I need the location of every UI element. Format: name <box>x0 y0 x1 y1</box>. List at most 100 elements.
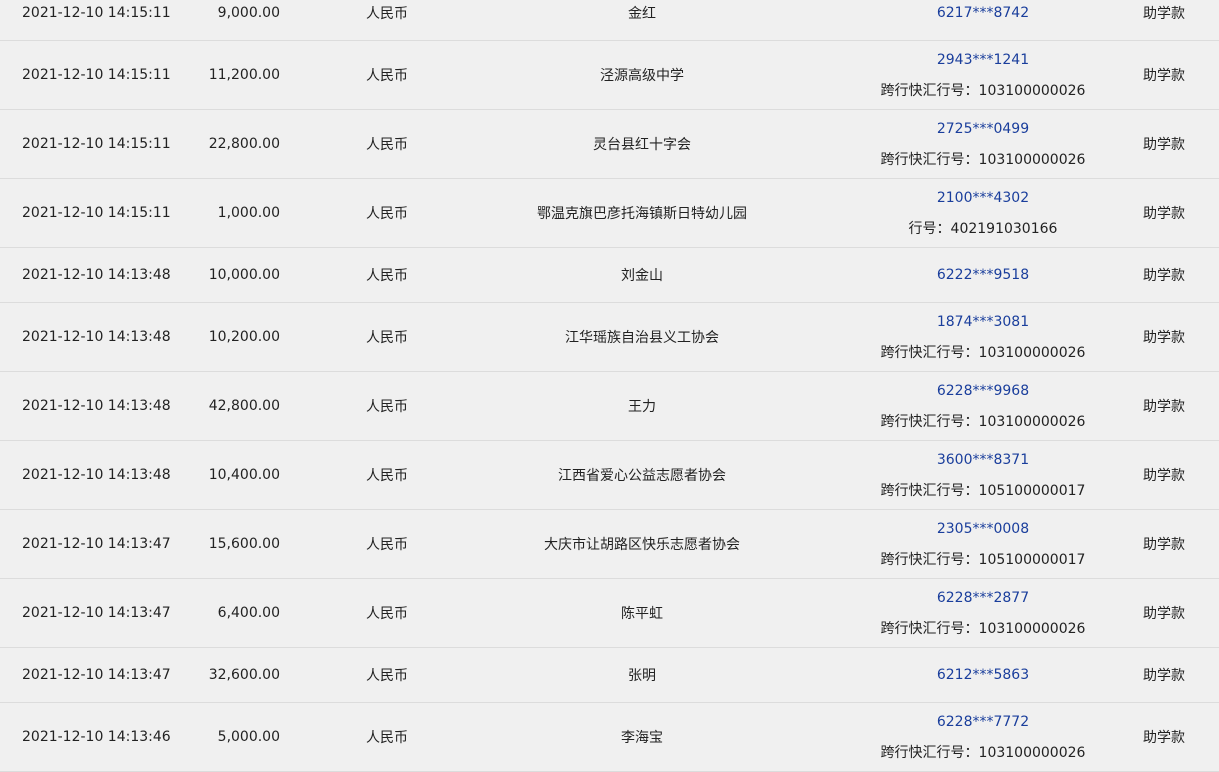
payee-cell: 张明 <box>628 668 656 684</box>
currency-cell: 人民币 <box>366 268 408 284</box>
account-number-link[interactable]: 6217***8742 <box>937 4 1029 22</box>
bank-code-label: 跨行快汇行号：105100000017 <box>880 551 1086 568</box>
account-number-link[interactable]: 2943***1241 <box>937 51 1029 69</box>
payee-cell: 李海宝 <box>621 730 663 746</box>
bank-code-label: 跨行快汇行号：103100000026 <box>880 151 1086 168</box>
payee-cell: 江西省爱心公益志愿者协会 <box>558 468 726 484</box>
bank-code-label: 跨行快汇行号：103100000026 <box>880 744 1086 761</box>
account-cell: 6228***9968 跨行快汇行号：103100000026 <box>833 372 1133 440</box>
payee-cell: 王力 <box>628 399 656 415</box>
datetime-cell: 2021-12-10 14:13:46 <box>22 729 171 745</box>
datetime-cell: 2021-12-10 14:13:48 <box>22 329 171 345</box>
currency-cell: 人民币 <box>366 330 408 346</box>
table-row: 2021-12-10 14:13:48 42,800.00 人民币 王力 622… <box>0 372 1219 441</box>
payee-cell: 灵台县红十字会 <box>593 137 691 153</box>
account-number-link[interactable]: 6222***9518 <box>937 266 1029 284</box>
datetime-cell: 2021-12-10 14:13:48 <box>22 398 171 414</box>
account-cell: 6212***5863 <box>833 648 1133 702</box>
amount-cell: 5,000.00 <box>217 729 280 745</box>
table-row: 2021-12-10 14:13:48 10,200.00 人民币 江华瑶族自治… <box>0 303 1219 372</box>
account-cell: 3600***8371 跨行快汇行号：105100000017 <box>833 441 1133 509</box>
account-cell: 6222***9518 <box>833 248 1133 302</box>
amount-cell: 10,400.00 <box>208 467 280 483</box>
purpose-cell: 助学款 <box>1143 68 1185 84</box>
account-cell: 2725***0499 跨行快汇行号：103100000026 <box>833 110 1133 178</box>
currency-cell: 人民币 <box>366 668 408 684</box>
account-number-link[interactable]: 6212***5863 <box>937 666 1029 684</box>
datetime-cell: 2021-12-10 14:15:11 <box>22 5 171 21</box>
purpose-cell: 助学款 <box>1143 468 1185 484</box>
account-cell: 2100***4302 行号：402191030166 <box>833 179 1133 247</box>
purpose-cell: 助学款 <box>1143 137 1185 153</box>
amount-cell: 32,600.00 <box>208 667 280 683</box>
currency-cell: 人民币 <box>366 137 408 153</box>
table-row: 2021-12-10 14:13:47 15,600.00 人民币 大庆市让胡路… <box>0 510 1219 579</box>
amount-cell: 11,200.00 <box>208 67 280 83</box>
table-row: 2021-12-10 14:15:11 22,800.00 人民币 灵台县红十字… <box>0 110 1219 179</box>
datetime-cell: 2021-12-10 14:13:47 <box>22 536 171 552</box>
account-cell: 1874***3081 跨行快汇行号：103100000026 <box>833 303 1133 371</box>
account-number-link[interactable]: 6228***7772 <box>937 713 1029 731</box>
purpose-cell: 助学款 <box>1143 206 1185 222</box>
payee-cell: 泾源高级中学 <box>600 68 684 84</box>
datetime-cell: 2021-12-10 14:13:48 <box>22 267 171 283</box>
account-number-link[interactable]: 2725***0499 <box>937 120 1029 138</box>
payee-cell: 刘金山 <box>621 268 663 284</box>
datetime-cell: 2021-12-10 14:13:47 <box>22 605 171 621</box>
datetime-cell: 2021-12-10 14:15:11 <box>22 136 171 152</box>
table-row: 2021-12-10 14:15:11 11,200.00 人民币 泾源高级中学… <box>0 41 1219 110</box>
amount-cell: 22,800.00 <box>208 136 280 152</box>
amount-cell: 10,000.00 <box>208 267 280 283</box>
account-cell: 2305***0008 跨行快汇行号：105100000017 <box>833 510 1133 578</box>
bank-code-label: 跨行快汇行号：103100000026 <box>880 413 1086 430</box>
amount-cell: 1,000.00 <box>217 205 280 221</box>
transactions-table: 2021-12-10 14:15:11 9,000.00 人民币 金红 6217… <box>0 0 1219 772</box>
purpose-cell: 助学款 <box>1143 6 1185 22</box>
bank-code-label: 跨行快汇行号：103100000026 <box>880 82 1086 99</box>
purpose-cell: 助学款 <box>1143 668 1185 684</box>
currency-cell: 人民币 <box>366 468 408 484</box>
bank-code-label: 行号：402191030166 <box>908 220 1058 237</box>
datetime-cell: 2021-12-10 14:13:48 <box>22 467 171 483</box>
datetime-cell: 2021-12-10 14:13:47 <box>22 667 171 683</box>
account-cell: 6228***7772 跨行快汇行号：103100000026 <box>833 703 1133 771</box>
table-row: 2021-12-10 14:13:46 5,000.00 人民币 李海宝 622… <box>0 703 1219 772</box>
purpose-cell: 助学款 <box>1143 606 1185 622</box>
account-number-link[interactable]: 2305***0008 <box>937 520 1029 538</box>
datetime-cell: 2021-12-10 14:15:11 <box>22 67 171 83</box>
currency-cell: 人民币 <box>366 6 408 22</box>
currency-cell: 人民币 <box>366 68 408 84</box>
table-row: 2021-12-10 14:13:48 10,400.00 人民币 江西省爱心公… <box>0 441 1219 510</box>
table-row: 2021-12-10 14:13:47 6,400.00 人民币 陈平虹 622… <box>0 579 1219 648</box>
account-number-link[interactable]: 1874***3081 <box>937 313 1029 331</box>
payee-cell: 金红 <box>628 6 656 22</box>
account-number-link[interactable]: 2100***4302 <box>937 189 1029 207</box>
account-number-link[interactable]: 6228***9968 <box>937 382 1029 400</box>
table-row: 2021-12-10 14:15:11 9,000.00 人民币 金红 6217… <box>0 0 1219 41</box>
purpose-cell: 助学款 <box>1143 730 1185 746</box>
amount-cell: 6,400.00 <box>217 605 280 621</box>
purpose-cell: 助学款 <box>1143 330 1185 346</box>
currency-cell: 人民币 <box>366 399 408 415</box>
purpose-cell: 助学款 <box>1143 537 1185 553</box>
currency-cell: 人民币 <box>366 206 408 222</box>
bank-code-label: 跨行快汇行号：105100000017 <box>880 482 1086 499</box>
account-number-link[interactable]: 3600***8371 <box>937 451 1029 469</box>
bank-code-label: 跨行快汇行号：103100000026 <box>880 344 1086 361</box>
account-cell: 6228***2877 跨行快汇行号：103100000026 <box>833 579 1133 647</box>
amount-cell: 10,200.00 <box>208 329 280 345</box>
account-number-link[interactable]: 6228***2877 <box>937 589 1029 607</box>
table-row: 2021-12-10 14:13:48 10,000.00 人民币 刘金山 62… <box>0 248 1219 303</box>
amount-cell: 42,800.00 <box>208 398 280 414</box>
currency-cell: 人民币 <box>366 537 408 553</box>
account-cell: 6217***8742 <box>833 0 1133 40</box>
payee-cell: 陈平虹 <box>621 606 663 622</box>
currency-cell: 人民币 <box>366 606 408 622</box>
account-cell: 2943***1241 跨行快汇行号：103100000026 <box>833 41 1133 109</box>
datetime-cell: 2021-12-10 14:15:11 <box>22 205 171 221</box>
table-row: 2021-12-10 14:13:47 32,600.00 人民币 张明 621… <box>0 648 1219 703</box>
purpose-cell: 助学款 <box>1143 268 1185 284</box>
bank-code-label: 跨行快汇行号：103100000026 <box>880 620 1086 637</box>
currency-cell: 人民币 <box>366 730 408 746</box>
table-row: 2021-12-10 14:15:11 1,000.00 人民币 鄂温克旗巴彦托… <box>0 179 1219 248</box>
